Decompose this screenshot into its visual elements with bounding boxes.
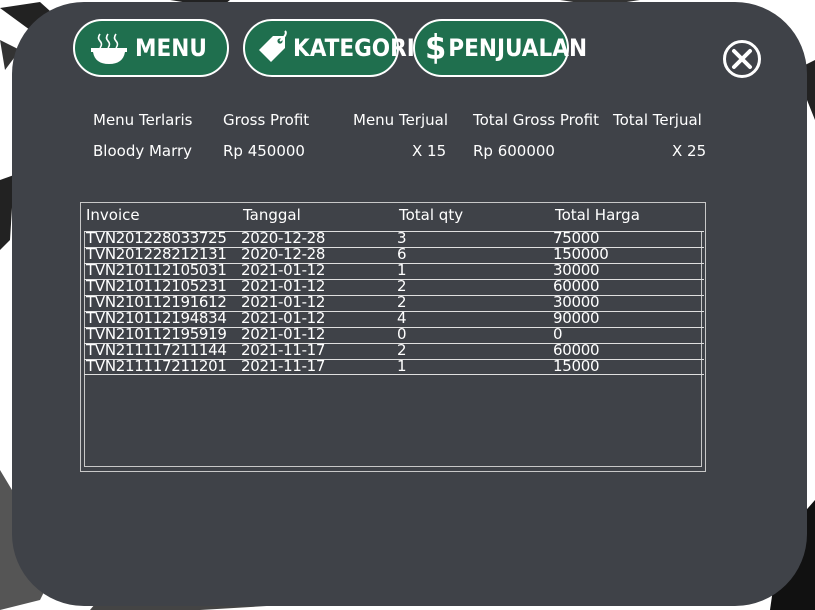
penjualan-button-label: PENJUALAN [448, 34, 588, 62]
total-gross-profit-header: Total Gross Profit [473, 111, 599, 129]
bowl-icon [89, 31, 129, 65]
cell-total-harga: 15000 [553, 357, 600, 375]
column-header-total-harga[interactable]: Total Harga [555, 206, 640, 224]
total-terjual-header: Total Terjual [613, 111, 702, 129]
menu-terlaris-header: Menu Terlaris [93, 111, 193, 129]
kategori-button-label: KATEGORI [293, 34, 415, 62]
kategori-button[interactable]: KATEGORI [243, 19, 415, 77]
close-icon [732, 49, 752, 69]
cell-total-qty: 1 [397, 357, 407, 375]
gross-profit-value: Rp 450000 [223, 142, 305, 160]
menu-terlaris-value: Bloody Marry [93, 142, 193, 160]
tag-icon [255, 30, 291, 66]
column-header-tanggal[interactable]: Tanggal [243, 206, 301, 224]
menu-button[interactable]: MENU [73, 19, 229, 77]
close-button[interactable] [723, 40, 761, 78]
menu-button-label: MENU [135, 34, 207, 62]
total-terjual-value: X 25 [672, 142, 707, 160]
table-row[interactable]: TVN211117211201 2021-11-17 1 15000 [84, 357, 704, 375]
total-gross-profit-value: Rp 600000 [473, 142, 555, 160]
cell-invoice: TVN211117211201 [86, 357, 227, 375]
menu-terjual-header: Menu Terjual [353, 111, 448, 129]
gross-profit-header: Gross Profit [223, 111, 310, 129]
column-header-invoice[interactable]: Invoice [86, 206, 140, 224]
dollar-icon: $ [425, 28, 447, 68]
penjualan-button[interactable]: $ PENJUALAN [413, 19, 587, 77]
column-header-total-qty[interactable]: Total qty [399, 206, 463, 224]
menu-terjual-value: X 15 [412, 142, 447, 160]
cell-tanggal: 2021-11-17 [241, 357, 326, 375]
